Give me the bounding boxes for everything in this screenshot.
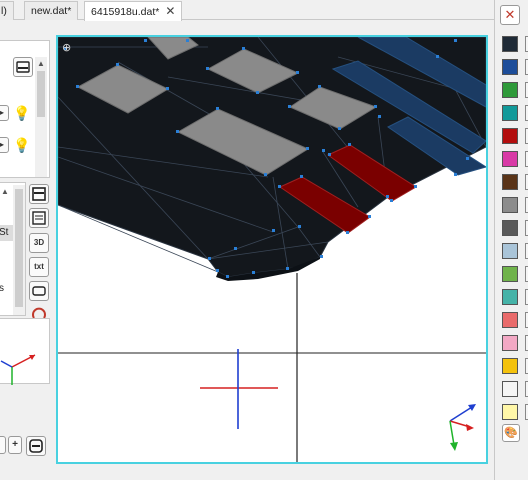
tab-label: l) (1, 5, 7, 17)
orientation-gizmo (449, 404, 476, 451)
scrollbar[interactable]: ▲ (35, 57, 47, 177)
window-toggle-button[interactable] (13, 57, 33, 77)
corner-marker: ⊕ (62, 41, 71, 54)
view-top-button[interactable] (29, 184, 49, 204)
toggle-button[interactable] (0, 436, 6, 454)
undo-button[interactable] (29, 305, 49, 319)
window-icon (29, 439, 43, 453)
lightbulb-icon[interactable]: 💡 (13, 105, 30, 122)
tree-list-panel: ▲ St s (0, 182, 26, 316)
color-swatch[interactable] (502, 174, 518, 190)
tab-bar: l) new.dat* 6415918u.dat* ✕ (0, 0, 494, 21)
color-swatch[interactable] (502, 59, 518, 75)
color-swatch[interactable] (502, 151, 518, 167)
lightbulb-icon[interactable]: 💡 (13, 137, 30, 154)
color-swatch[interactable] (502, 243, 518, 259)
list-icon (32, 211, 46, 225)
window-button[interactable] (26, 436, 46, 456)
axis-gizmo-icon (0, 354, 36, 395)
color-swatch[interactable] (502, 289, 518, 305)
axis-preview (0, 318, 50, 395)
close-icon[interactable]: ✕ (500, 5, 520, 25)
model-render: ⊕ (58, 37, 486, 462)
color-swatch[interactable] (502, 220, 518, 236)
color-swatch[interactable] (502, 312, 518, 328)
text-button[interactable]: txt (29, 257, 49, 277)
paint-palette-icon[interactable]: 🎨 (502, 424, 520, 442)
scrollbar[interactable] (13, 185, 25, 315)
view-3d-button[interactable]: 3D (29, 233, 49, 253)
view-list-button[interactable] (29, 208, 49, 228)
window-icon (32, 187, 46, 201)
frame-button[interactable] (29, 281, 49, 301)
undo-icon (32, 307, 46, 319)
scroll-up-icon[interactable]: ▲ (1, 187, 9, 196)
tab-6415918u-dat[interactable]: 6415918u.dat* ✕ (84, 1, 183, 21)
frame-icon (32, 286, 46, 296)
arrow-button[interactable]: ▸ (0, 137, 9, 153)
add-button[interactable]: + (8, 436, 22, 454)
color-swatch[interactable] (502, 36, 518, 52)
tab-label: new.dat* (31, 5, 72, 17)
3d-viewport[interactable]: ⊕ (56, 35, 488, 464)
color-palette: ✕ 🎨 (494, 0, 528, 480)
color-swatch[interactable] (502, 266, 518, 282)
list-item[interactable]: s (0, 283, 4, 294)
close-icon[interactable]: ✕ (165, 4, 175, 18)
tab-new-dat[interactable]: new.dat* (24, 1, 79, 20)
scroll-thumb[interactable] (15, 189, 23, 307)
arrow-button[interactable]: ▸ (0, 105, 9, 121)
color-swatch[interactable] (502, 335, 518, 351)
color-swatch[interactable] (502, 128, 518, 144)
upper-side-panel: ▸ 💡 ▸ 💡 ▲ (0, 40, 50, 178)
list-item[interactable]: St (0, 225, 13, 241)
tab-label: 6415918u.dat* (91, 6, 160, 18)
color-swatch[interactable] (502, 358, 518, 374)
scroll-up-icon[interactable]: ▲ (37, 59, 45, 68)
scroll-thumb[interactable] (37, 71, 45, 117)
color-swatch[interactable] (502, 105, 518, 121)
color-swatch[interactable] (502, 381, 518, 397)
window-icon (16, 61, 30, 73)
color-swatch[interactable] (502, 82, 518, 98)
color-swatch[interactable] (502, 197, 518, 213)
tab-partial[interactable]: l) (0, 1, 14, 20)
color-swatch[interactable] (502, 404, 518, 420)
